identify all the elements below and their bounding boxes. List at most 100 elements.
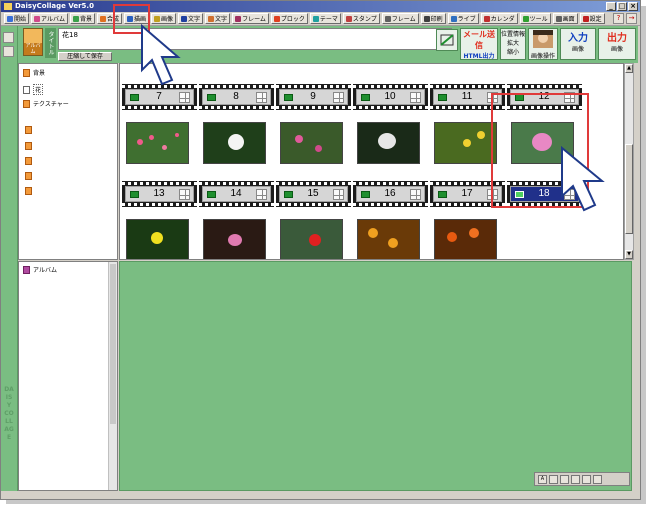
layout-grid-icon[interactable] [256, 92, 267, 103]
photo-thumbnail[interactable] [280, 219, 343, 259]
tool-edit-icon[interactable] [582, 474, 591, 484]
tree-item-background[interactable]: 背景 [23, 68, 45, 77]
select-checkbox-icon[interactable] [515, 94, 524, 101]
select-checkbox-icon[interactable] [361, 191, 370, 198]
mail-html-button[interactable]: メール送信 HTML出力 [460, 28, 498, 60]
select-checkbox-icon[interactable] [130, 94, 139, 101]
toolbar-button[interactable]: ツール [519, 13, 551, 24]
toolbar-button[interactable]: 合成 [96, 13, 122, 24]
film-frame[interactable]: 8 [199, 84, 274, 110]
folder-icon[interactable] [25, 126, 32, 134]
photo-thumbnail[interactable] [280, 122, 343, 164]
film-frame[interactable]: 12 [507, 84, 582, 110]
tool-clear-icon[interactable] [593, 474, 602, 484]
image-input-button[interactable]: 入力 画像 [560, 28, 596, 60]
side-button-top[interactable] [3, 32, 14, 43]
select-checkbox-icon[interactable] [284, 94, 293, 101]
film-frame[interactable]: 7 [122, 84, 197, 110]
film-frame[interactable]: 18 [507, 181, 582, 207]
layout-grid-icon[interactable] [179, 92, 190, 103]
toolbar-button[interactable]: テーマ [309, 13, 341, 24]
exit-icon[interactable]: → [626, 13, 637, 24]
film-frame[interactable]: 16 [353, 181, 428, 207]
film-frame[interactable]: 11 [430, 84, 505, 110]
select-checkbox-icon[interactable] [361, 94, 370, 101]
folder-icon[interactable] [25, 157, 32, 165]
photo-thumbnail[interactable] [511, 122, 574, 164]
album-thumb-icon[interactable]: アルバム [23, 28, 43, 56]
scroll-thumb[interactable] [625, 144, 633, 234]
photo-thumbnail[interactable] [357, 219, 420, 259]
select-checkbox-icon[interactable] [438, 94, 447, 101]
toolbar-button[interactable]: 文字 [205, 13, 231, 24]
film-frame[interactable]: 9 [276, 84, 351, 110]
layout-grid-icon[interactable] [410, 92, 421, 103]
select-checkbox-icon[interactable] [207, 191, 216, 198]
close-button[interactable]: × [628, 2, 638, 11]
photo-thumbnail[interactable] [434, 122, 497, 164]
tool-folder-icon[interactable] [560, 474, 569, 484]
toolbar-button[interactable]: 背景 [69, 13, 95, 24]
layout-grid-icon[interactable] [333, 92, 344, 103]
photo-thumbnail[interactable] [203, 122, 266, 164]
film-frame[interactable]: 15 [276, 181, 351, 207]
toolbar-button[interactable]: フレーム [381, 13, 419, 24]
select-checkbox-icon[interactable] [515, 191, 524, 198]
layout-grid-icon[interactable] [564, 92, 575, 103]
toolbar-button[interactable]: カレンダ [480, 13, 518, 24]
film-frame[interactable]: 13 [122, 181, 197, 207]
album-scroll-thumb[interactable] [110, 264, 116, 424]
photo-thumbnail[interactable] [203, 219, 266, 259]
layout-grid-icon[interactable] [333, 189, 344, 200]
layout-grid-icon[interactable] [564, 189, 575, 200]
minimize-button[interactable]: _ [606, 2, 616, 11]
photo-thumbnail[interactable] [126, 219, 189, 259]
help-icon[interactable]: ? [613, 13, 624, 24]
album-item[interactable]: アルバム [23, 265, 57, 274]
toolbar-button[interactable]: ライブ [447, 13, 479, 24]
film-frame[interactable]: 17 [430, 181, 505, 207]
tool-a-icon[interactable]: A [538, 474, 547, 484]
tool-print-icon[interactable] [571, 474, 580, 484]
toolbar-button[interactable]: フレーム [232, 13, 269, 24]
layout-grid-icon[interactable] [179, 189, 190, 200]
select-checkbox-icon[interactable] [130, 191, 139, 198]
select-checkbox-icon[interactable] [284, 191, 293, 198]
layout-grid-icon[interactable] [487, 92, 498, 103]
select-checkbox-icon[interactable] [438, 191, 447, 198]
toolbar-button[interactable]: 画像 [151, 13, 177, 24]
image-output-button[interactable]: 出力 画像 [598, 28, 636, 60]
film-scrollbar[interactable]: ▲ ▼ [624, 63, 634, 260]
photo-thumbnail[interactable] [434, 219, 497, 259]
side-button-second[interactable] [3, 46, 14, 57]
photo-thumbnail[interactable] [126, 122, 189, 164]
album-scrollbar[interactable] [108, 262, 117, 490]
toolbar-button[interactable]: アルバム [31, 13, 68, 24]
toolbar-button[interactable]: 印刷 [420, 13, 446, 24]
maximize-button[interactable]: □ [617, 2, 627, 11]
folder-icon[interactable] [25, 187, 32, 195]
toolbar-button[interactable]: 画面 [552, 13, 578, 24]
layout-grid-icon[interactable] [487, 189, 498, 200]
position-button[interactable]: 位置情報 拡大 縮小 [500, 28, 526, 60]
folder-icon[interactable] [25, 142, 32, 150]
title-input[interactable]: 花18 [58, 28, 452, 50]
scroll-up-icon[interactable]: ▲ [625, 64, 633, 73]
select-checkbox-icon[interactable] [207, 94, 216, 101]
tree-item-texture[interactable]: テクスチャー [23, 99, 69, 108]
toolbar-button[interactable]: 文字 [178, 13, 204, 24]
save-compressed-button[interactable]: 圧縮して保存 [58, 52, 112, 61]
tool-image-icon[interactable] [549, 474, 558, 484]
photo-thumbnail[interactable] [357, 122, 420, 164]
film-frame[interactable]: 14 [199, 181, 274, 207]
collage-canvas-area[interactable] [119, 261, 632, 491]
toolbar-button[interactable]: 開始 [4, 13, 30, 24]
layout-grid-icon[interactable] [256, 189, 267, 200]
scroll-down-icon[interactable]: ▼ [625, 250, 633, 259]
layout-grid-icon[interactable] [410, 189, 421, 200]
image-operation-button[interactable]: 画像操作 [528, 28, 558, 60]
crop-tool-button[interactable] [436, 29, 458, 51]
toolbar-button[interactable]: 描画 [124, 13, 150, 24]
film-frame[interactable]: 10 [353, 84, 428, 110]
tree-item-flower[interactable]: 花 [23, 84, 44, 95]
